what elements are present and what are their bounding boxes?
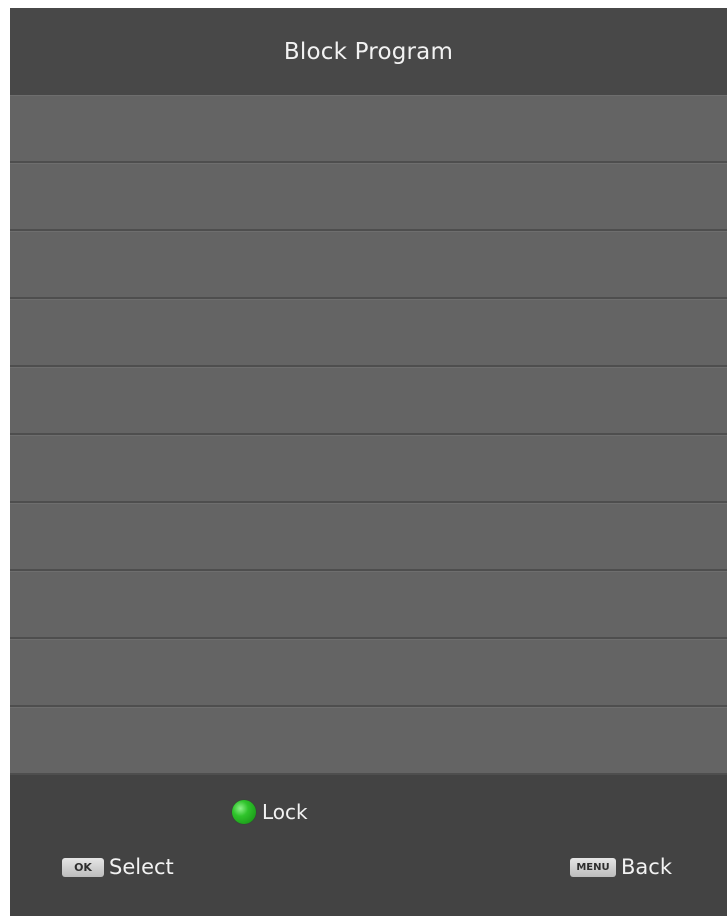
ok-key-icon: OK xyxy=(62,857,104,877)
page-title: Block Program xyxy=(283,38,454,65)
green-circle-icon xyxy=(232,800,256,824)
list-row[interactable] xyxy=(10,231,727,299)
select-label: Select xyxy=(109,855,174,879)
list-row[interactable] xyxy=(10,639,727,707)
footer-bar: Lock OK Select MENU Back xyxy=(10,775,727,916)
list-row[interactable] xyxy=(10,435,727,503)
list-row[interactable] xyxy=(10,503,727,571)
select-hint: OK Select xyxy=(62,855,174,879)
list-row[interactable] xyxy=(10,299,727,367)
list-row[interactable] xyxy=(10,707,727,775)
menu-key-icon: MENU xyxy=(570,857,616,877)
back-hint: MENU Back xyxy=(570,855,672,879)
list-row[interactable] xyxy=(10,571,727,639)
lock-label: Lock xyxy=(262,800,308,824)
lock-legend: Lock xyxy=(232,800,308,824)
list-row[interactable] xyxy=(10,367,727,435)
list-row[interactable] xyxy=(10,163,727,231)
list-row[interactable] xyxy=(10,95,727,163)
back-label: Back xyxy=(621,855,672,879)
program-list[interactable] xyxy=(10,95,727,775)
block-program-screen: Block Program Lock OK Select MENU Back xyxy=(10,8,727,916)
header-bar: Block Program xyxy=(10,8,727,95)
